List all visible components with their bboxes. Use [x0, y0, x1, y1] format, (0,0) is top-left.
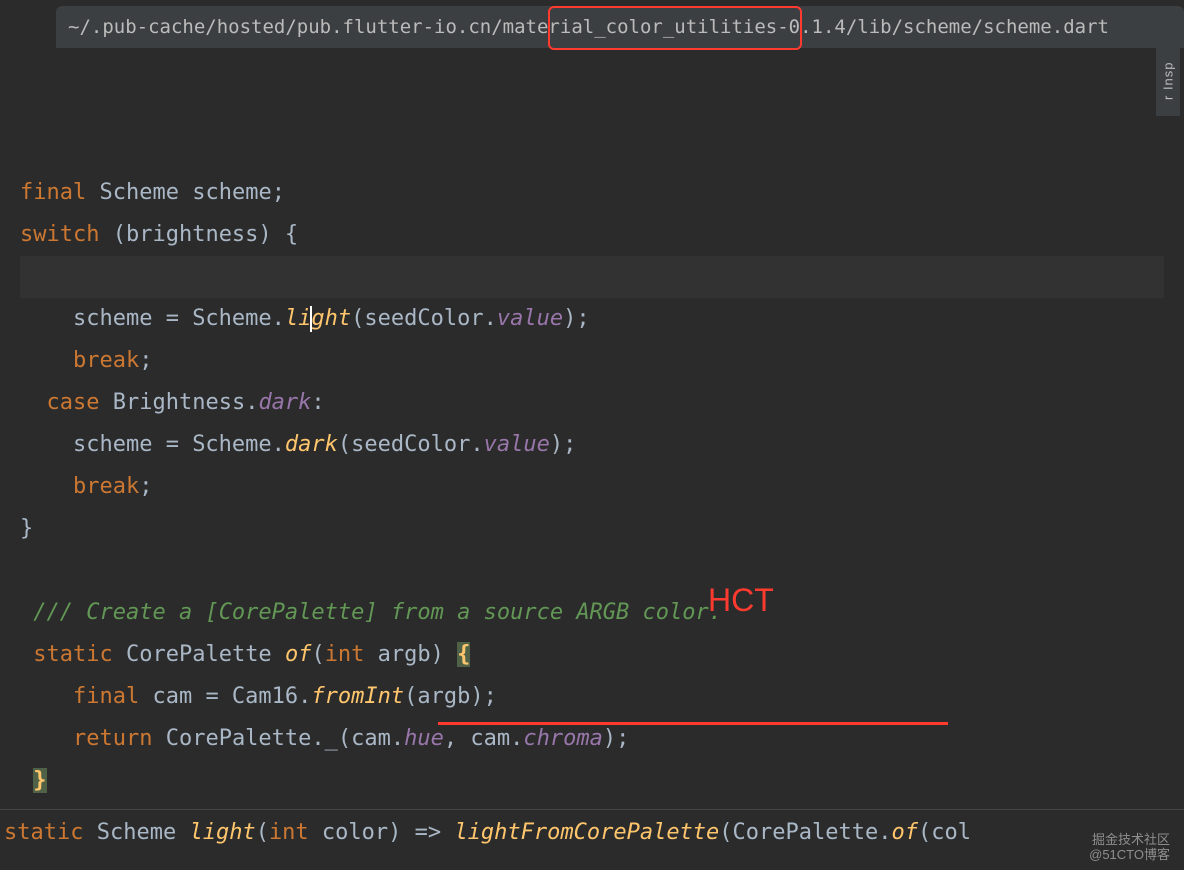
annotation-underline — [438, 722, 948, 725]
keyword-final: final — [73, 684, 139, 709]
keyword-break: break — [73, 348, 139, 373]
code-editor[interactable]: final Scheme scheme; switch (brightness)… — [20, 130, 1164, 802]
watermark: 掘金技术社区 @51CTO博客 — [1089, 832, 1170, 862]
bottom-code-line: static Scheme light(int color) => lightF… — [0, 809, 1184, 870]
matched-brace-open: { — [457, 642, 470, 667]
keyword-break: break — [73, 474, 139, 499]
inspector-tool-tab[interactable]: r Insp — [1156, 46, 1180, 116]
doc-comment: /// Create a [ — [33, 600, 218, 625]
keyword-final: final — [20, 180, 86, 205]
keyword-case: case — [47, 390, 100, 415]
keyword-switch: switch — [20, 222, 99, 247]
matched-brace-close: } — [33, 768, 46, 793]
annotation-hct-label: HCT — [708, 582, 774, 619]
keyword-return: return — [73, 726, 152, 751]
file-path-tab[interactable]: ~/.pub-cache/hosted/pub.flutter-io.cn/ma… — [56, 6, 1184, 48]
file-path-text: ~/.pub-cache/hosted/pub.flutter-io.cn/ma… — [68, 16, 1109, 38]
keyword-static: static — [33, 642, 112, 667]
current-line-highlight — [20, 256, 1164, 298]
